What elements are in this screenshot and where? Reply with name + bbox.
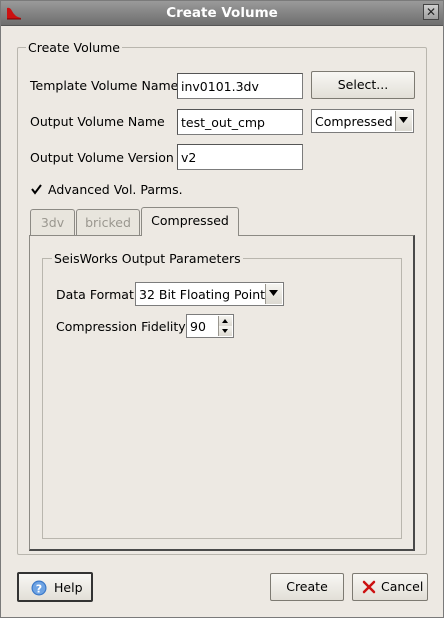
select-button[interactable]: Select...	[311, 71, 415, 99]
compression-fidelity-spinner[interactable]: 90	[186, 314, 234, 338]
create-volume-group-legend: Create Volume	[26, 40, 122, 55]
cancel-icon	[362, 580, 376, 594]
compression-fidelity-label: Compression Fidelity	[56, 319, 186, 334]
title-bar[interactable]: Create Volume ✕	[1, 1, 443, 26]
data-format-label: Data Format	[56, 287, 134, 302]
create-button[interactable]: Create	[270, 573, 344, 601]
create-button-label: Create	[286, 579, 328, 594]
help-button[interactable]: ? Help	[17, 572, 93, 602]
spin-down-icon[interactable]	[218, 326, 232, 336]
data-format-select[interactable]: 32 Bit Floating Point	[135, 282, 284, 306]
tab-compressed[interactable]: Compressed	[141, 207, 239, 236]
advanced-params-checkbox[interactable]	[31, 183, 42, 195]
close-button[interactable]: ✕	[423, 4, 439, 20]
compression-fidelity-value[interactable]: 90	[190, 319, 206, 334]
dropdown-arrow-icon[interactable]	[265, 284, 282, 304]
checkmark-icon	[31, 184, 42, 195]
advanced-params-label[interactable]: Advanced Vol. Parms.	[48, 182, 183, 197]
tab-3dv[interactable]: 3dv	[30, 209, 75, 235]
seisworks-params-legend: SeisWorks Output Parameters	[52, 251, 243, 266]
window-title: Create Volume	[166, 5, 278, 21]
output-format-value: Compressed	[315, 114, 393, 129]
cancel-button-label: Cancel	[381, 579, 424, 594]
output-version-label: Output Volume Version	[30, 150, 174, 165]
dropdown-arrow-icon[interactable]	[395, 111, 412, 131]
close-icon: ✕	[425, 5, 437, 19]
help-button-label: Help	[54, 580, 83, 595]
output-volume-input[interactable]	[177, 109, 303, 135]
output-version-input[interactable]	[177, 144, 303, 170]
help-icon: ?	[31, 580, 47, 596]
output-format-select[interactable]: Compressed	[311, 109, 414, 133]
output-volume-label: Output Volume Name	[30, 114, 165, 129]
create-volume-dialog: Create Volume ✕ Create Volume Template V…	[0, 0, 444, 618]
svg-text:?: ?	[36, 583, 42, 596]
data-format-value: 32 Bit Floating Point	[139, 287, 266, 302]
cancel-button[interactable]: Cancel	[352, 573, 428, 601]
tab-bricked[interactable]: bricked	[76, 209, 140, 235]
template-volume-input[interactable]	[177, 73, 303, 99]
template-volume-label: Template Volume Name	[30, 78, 179, 93]
